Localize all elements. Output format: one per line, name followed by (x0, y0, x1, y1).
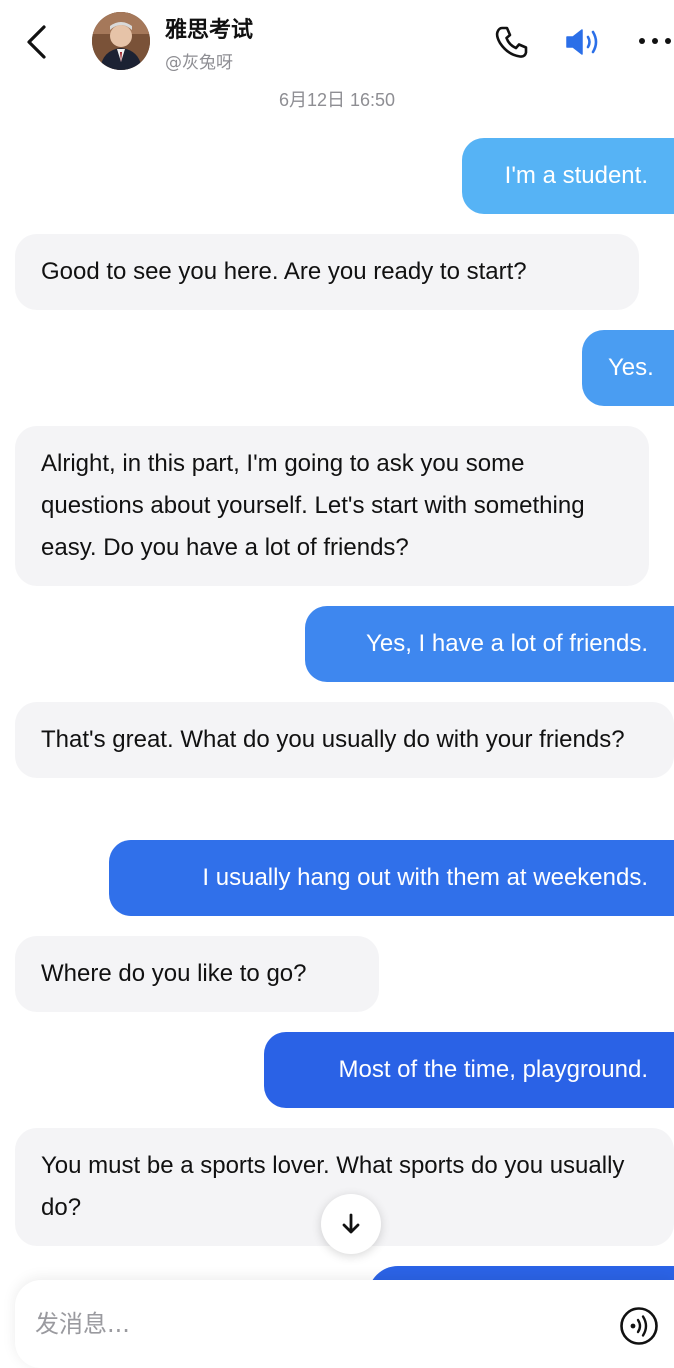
more-button[interactable] (636, 30, 674, 52)
message-bubble-incoming[interactable]: Where do you like to go? (15, 936, 379, 1012)
message-bubble-incoming[interactable]: That's great. What do you usually do wit… (15, 702, 674, 778)
back-button[interactable] (18, 22, 54, 62)
avatar-image (92, 12, 150, 70)
message-timestamp: 6月12日 16:50 (278, 90, 396, 110)
arrow-down-icon (342, 1213, 360, 1234)
phone-icon (495, 26, 528, 58)
message-bubble-incoming[interactable]: Good to see you here. Are you ready to s… (15, 234, 639, 310)
page-title: 雅思考试 (165, 18, 254, 43)
message-text: I'm a student. (504, 162, 648, 189)
speaker-button[interactable] (564, 26, 604, 58)
message-composer (15, 1280, 674, 1368)
message-text: Where do you like to go? (41, 960, 307, 987)
message-text: That's great. What do you usually do wit… (41, 726, 625, 753)
message-bubble-outgoing[interactable]: I usually hang out with them at weekends… (109, 840, 674, 916)
speaker-icon (566, 29, 598, 55)
message-text: Good to see you here. Are you ready to s… (41, 258, 527, 285)
message-text: I usually hang out with them at weekends… (202, 864, 648, 891)
user-handle: @灰兔呀 (165, 53, 233, 73)
message-bubble-incoming[interactable]: Alright, in this part, I'm going to ask … (15, 426, 649, 586)
voice-input-button[interactable] (619, 1306, 659, 1346)
avatar[interactable] (92, 12, 150, 70)
message-text: Most of the time, playground. (338, 1056, 649, 1083)
message-bubble-outgoing[interactable]: I'm a student. (462, 138, 674, 214)
message-text: Alright, in this part, I'm going to ask … (41, 450, 585, 561)
message-bubble-outgoing[interactable]: Most of the time, playground. (264, 1032, 674, 1108)
more-icon (639, 38, 671, 44)
voice-input-icon (620, 1307, 658, 1345)
message-bubble-outgoing[interactable]: Yes. (582, 330, 674, 406)
scroll-to-bottom-button[interactable] (321, 1194, 381, 1254)
message-text: Yes. (608, 354, 654, 381)
message-text: Yes, I have a lot of friends. (366, 630, 648, 657)
message-bubble-outgoing[interactable]: Yes, I have a lot of friends. (305, 606, 674, 682)
chevron-left-icon (27, 25, 46, 59)
message-input[interactable] (35, 1302, 595, 1346)
chat-header: 雅思考试 @灰兔呀 (0, 0, 674, 88)
call-button[interactable] (494, 24, 530, 60)
